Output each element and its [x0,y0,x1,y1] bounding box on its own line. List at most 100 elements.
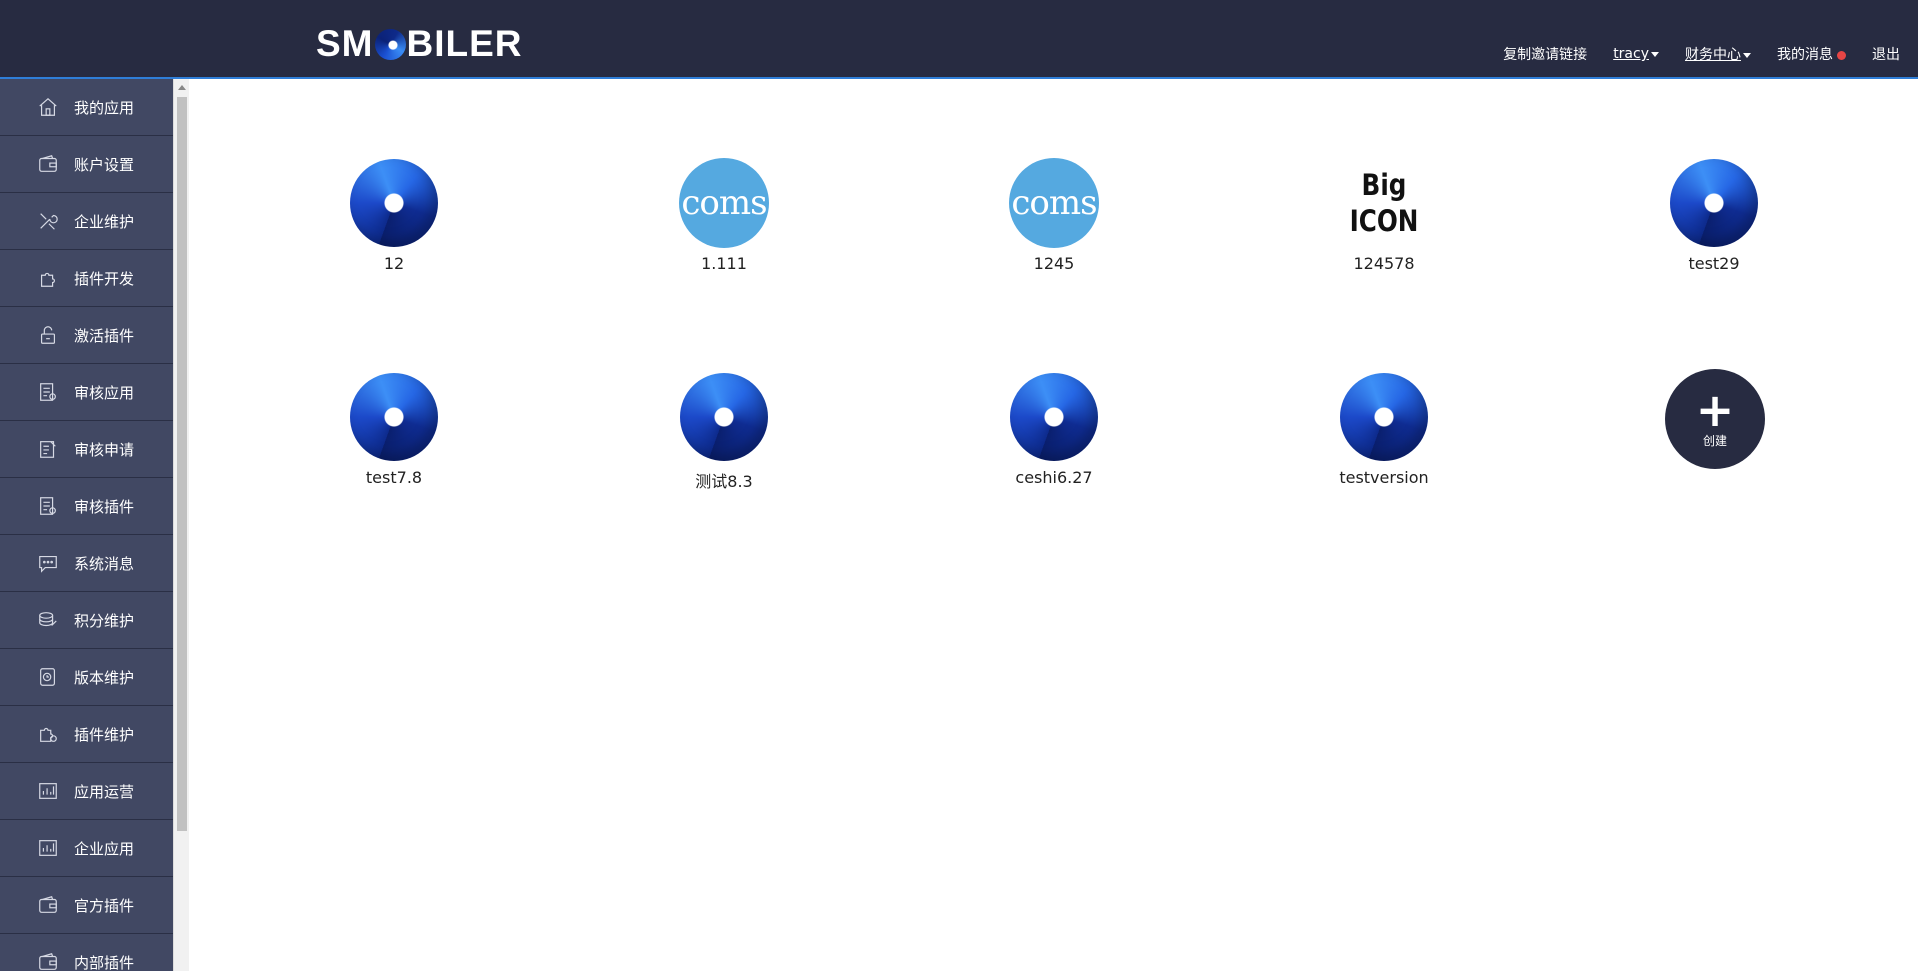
sidebar-item-plugin-maintenance[interactable]: 插件维护 [0,706,173,763]
chart-icon [36,836,60,860]
sidebar-item-label: 积分维护 [74,611,135,630]
app-grid: 12 coms 1.111 coms 1245 Big ICON 124578 … [189,81,1918,971]
plugin-dev-icon [36,266,60,290]
app-tile[interactable]: coms 1245 [974,158,1134,298]
copy-invite-link[interactable]: 复制邀请链接 [1503,44,1587,64]
sidebar-item-label: 审核应用 [74,383,135,402]
app-tile[interactable]: 12 [314,158,474,298]
sidebar-item-review-request[interactable]: 审核申请 [0,421,173,478]
smobiler-logo[interactable]: SM BILER [316,22,523,66]
app-tile[interactable]: test7.8 [314,372,474,512]
sidebar-item-review-plugin[interactable]: 审核插件 [0,478,173,535]
user-name: tracy [1613,46,1649,62]
top-nav: 复制邀请链接 tracy 财务中心 我的消息 退出 [1503,44,1900,64]
app-tile[interactable]: testversion [1304,372,1464,512]
wallet-icon [36,893,60,917]
app-name: 1.111 [701,254,747,273]
sidebar-item-label: 应用运营 [74,782,135,801]
sidebar-item-enterprise-apps[interactable]: 企业应用 [0,820,173,877]
sidebar-item-enterprise-maintenance[interactable]: 企业维护 [0,193,173,250]
sidebar-item-app-operations[interactable]: 应用运营 [0,763,173,820]
app-name: 124578 [1353,254,1415,273]
smobiler-swirl-icon [680,373,768,461]
tools-icon [36,209,60,233]
smobiler-swirl-icon [350,159,438,247]
sidebar-item-official-plugins[interactable]: 官方插件 [0,877,173,934]
sidebar-item-points-maintenance[interactable]: 积分维护 [0,592,173,649]
big-icon-line2: ICON [1349,204,1419,238]
app-name: ceshi6.27 [1015,468,1093,487]
finance-menu[interactable]: 财务中心 [1685,44,1751,64]
sidebar-item-version-maintenance[interactable]: 版本维护 [0,649,173,706]
user-menu[interactable]: tracy [1613,46,1659,62]
sidebar-item-label: 激活插件 [74,326,135,345]
coms-icon: coms [679,158,769,248]
smobiler-swirl-icon [1670,159,1758,247]
sidebar-item-label: 我的应用 [74,98,135,117]
unlock-icon [36,323,60,347]
notification-dot-icon [1837,50,1846,60]
app-tile[interactable]: 测试8.3 [644,372,804,512]
sidebar-item-label: 官方插件 [74,896,135,915]
app-name: testversion [1339,468,1429,487]
doc-review-icon [36,380,60,404]
logo-swirl-icon [374,28,406,60]
edit-doc-icon [36,437,60,461]
sidebar-item-label: 审核申请 [74,440,135,459]
smobiler-swirl-icon [350,373,438,461]
sidebar-item-label: 账户设置 [74,155,135,174]
sidebar-item-label: 插件维护 [74,725,135,744]
app-tile[interactable]: Big ICON 124578 [1304,158,1464,298]
sidebar-item-review-app[interactable]: 审核应用 [0,364,173,421]
logo-text-right: BILER [406,23,523,64]
scroll-up-arrow-icon[interactable] [178,85,186,90]
scrollbar-thumb[interactable] [177,97,187,831]
sidebar-item-account-settings[interactable]: 账户设置 [0,136,173,193]
wallet-icon [36,950,60,971]
app-name: test7.8 [365,468,423,487]
app-name: 12 [383,254,405,273]
version-icon [36,665,60,689]
app-tile[interactable]: test29 [1634,158,1794,298]
big-icon-line1: Big [1361,168,1407,202]
sidebar-item-label: 版本维护 [74,668,135,687]
sidebar-item-internal-plugins[interactable]: 内部插件 [0,934,173,971]
plus-icon: + [1695,382,1735,437]
messages-label: 我的消息 [1777,47,1833,63]
logo-text-left: SM [316,23,374,64]
create-label: 创建 [1702,433,1727,448]
wallet-icon [36,152,60,176]
smobiler-swirl-icon [1010,373,1098,461]
sidebar-item-label: 企业应用 [74,839,135,858]
coms-icon: coms [1009,158,1099,248]
home-icon [36,95,60,119]
coins-icon [36,608,60,632]
finance-label: 财务中心 [1685,47,1741,63]
sidebar: 我的应用 账户设置 企业维护 插件开发 激活插件 审核应用 审核申请 审核插件 … [0,79,173,971]
sidebar-item-label: 企业维护 [74,212,135,231]
sidebar-item-label: 系统消息 [74,554,135,573]
app-name: 1245 [1033,254,1075,273]
chat-icon [36,551,60,575]
sidebar-item-my-apps[interactable]: 我的应用 [0,79,173,136]
create-app-button[interactable]: + 创建 [1665,369,1765,469]
top-header: SM BILER 复制邀请链接 tracy 财务中心 我的消息 退出 [0,0,1918,79]
puzzle-gear-icon [36,722,60,746]
chevron-down-icon [1651,51,1659,57]
app-name: test29 [1688,254,1740,273]
sidebar-item-plugin-dev[interactable]: 插件开发 [0,250,173,307]
sidebar-item-label: 审核插件 [74,497,135,516]
chevron-down-icon [1743,52,1751,58]
chart-icon [36,779,60,803]
messages-link[interactable]: 我的消息 [1777,44,1846,64]
app-tile[interactable]: coms 1.111 [644,158,804,298]
sidebar-item-activate-plugin[interactable]: 激活插件 [0,307,173,364]
sidebar-scrollbar[interactable] [173,79,189,971]
sidebar-item-system-messages[interactable]: 系统消息 [0,535,173,592]
logout-link[interactable]: 退出 [1872,44,1900,64]
sidebar-item-label: 内部插件 [74,953,135,971]
big-icon: Big ICON [1346,158,1423,248]
app-name: 测试8.3 [695,472,753,491]
app-tile[interactable]: ceshi6.27 [974,372,1134,512]
doc-review-icon [36,494,60,518]
